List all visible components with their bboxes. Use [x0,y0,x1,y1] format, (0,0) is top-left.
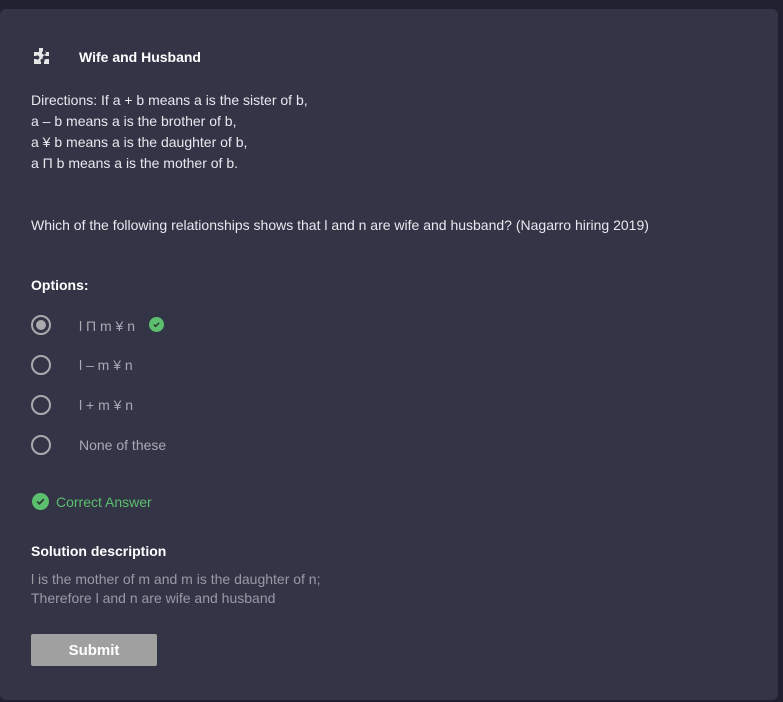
option-label: l – m ¥ n [79,357,133,373]
check-circle-icon [148,317,164,332]
direction-line: a ¥ b means a is the daughter of b, [31,134,248,150]
result-text: Correct Answer [56,493,152,510]
option-label: None of these [79,437,167,453]
radio-button[interactable] [31,435,51,455]
solution-title: Solution description [31,543,167,559]
solution-line: l is the mother of m and m is the daught… [31,571,321,587]
radio-button[interactable] [31,355,51,375]
direction-line: a Π b means a is the mother of b. [31,155,238,171]
direction-line: Directions: If a + b means a is the sist… [31,92,308,108]
options-label: Options: [31,277,89,293]
question-text: Which of the following relationships sho… [31,217,649,233]
radio-button-selected[interactable] [31,315,51,335]
check-circle-icon [32,493,49,510]
directions: Directions: If a + b means a is the sist… [31,90,308,174]
direction-line: a – b means a is the brother of b, [31,113,237,129]
result-status: Correct Answer [32,493,152,510]
radio-button[interactable] [31,395,51,415]
puzzle-icon [31,46,53,68]
option-2[interactable]: l – m ¥ n [31,354,133,376]
option-3[interactable]: l + m ¥ n [31,394,133,416]
option-label: l + m ¥ n [79,397,134,413]
solution-text: l is the mother of m and m is the daught… [31,570,320,608]
solution-line: Therefore l and n are wife and husband [31,590,276,606]
submit-button[interactable]: Submit [31,634,157,666]
question-title: Wife and Husband [79,49,201,65]
option-1[interactable]: l Π m ¥ n [31,314,164,336]
option-label: l Π m ¥ n [79,318,136,334]
option-4[interactable]: None of these [31,434,166,456]
